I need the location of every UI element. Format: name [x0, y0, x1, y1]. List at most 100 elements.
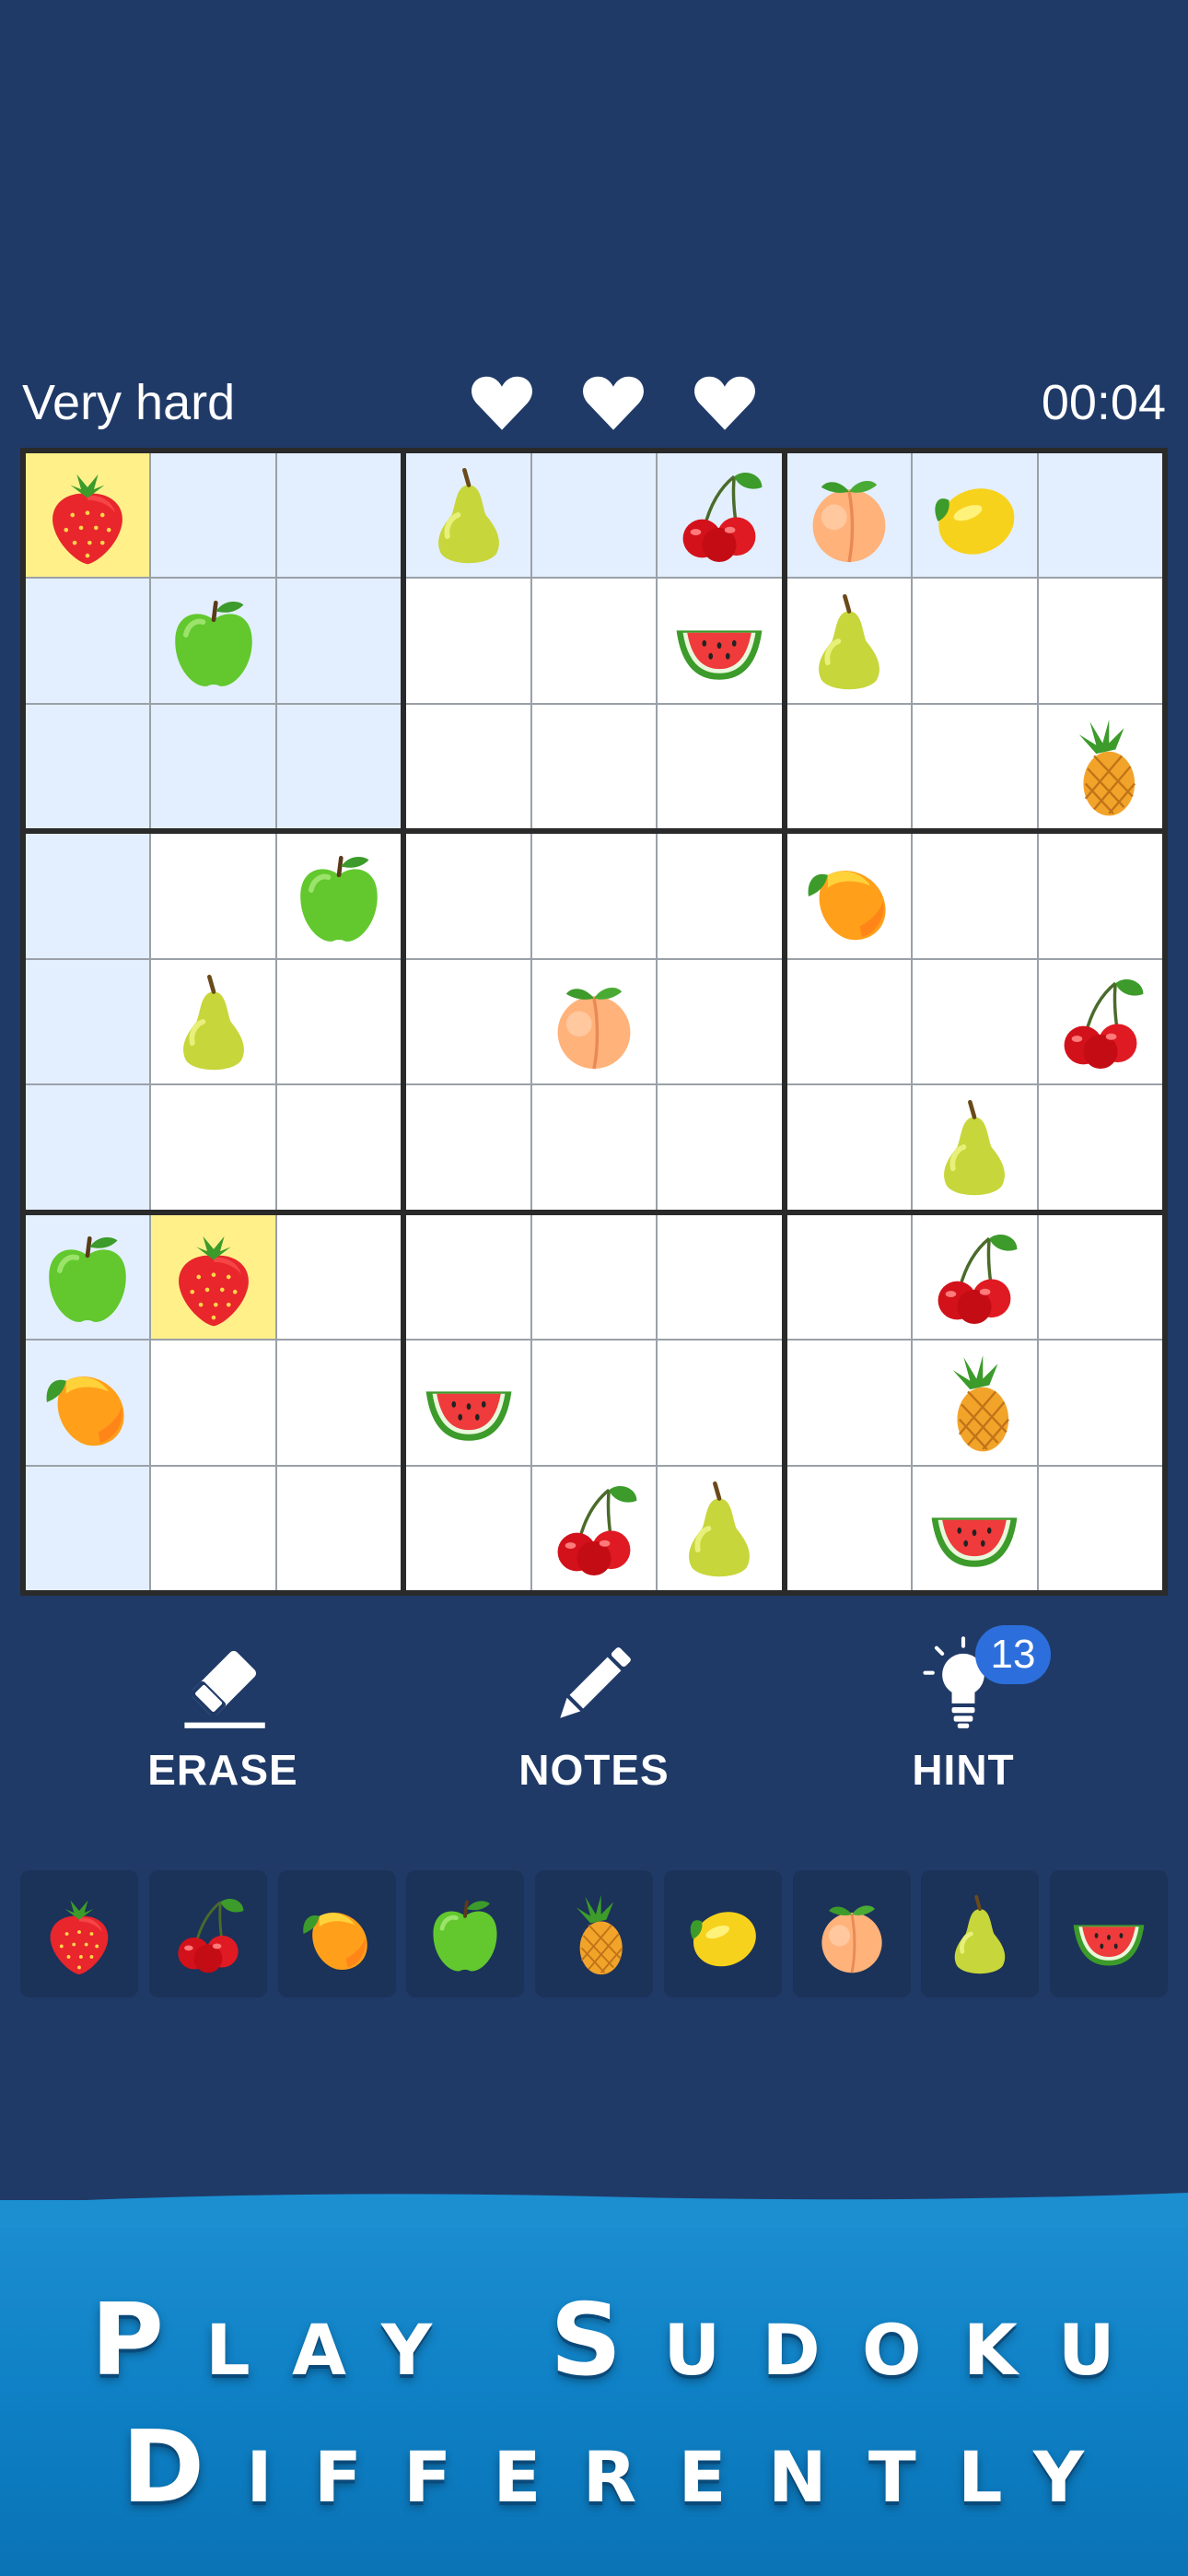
board-cell[interactable]: [26, 704, 150, 829]
board-cell[interactable]: [786, 704, 912, 829]
board-cell[interactable]: [151, 704, 275, 829]
board-cell[interactable]: [276, 1085, 402, 1210]
palette-watermelon-button[interactable]: [1050, 1870, 1168, 1997]
board-cell[interactable]: [26, 1085, 150, 1210]
board-cell[interactable]: [1038, 579, 1162, 703]
palette-pineapple-button[interactable]: [535, 1870, 653, 1997]
board-cell[interactable]: [913, 704, 1037, 829]
board-cell[interactable]: [1038, 704, 1162, 829]
board-cell[interactable]: [1038, 834, 1162, 958]
board-cell[interactable]: [406, 959, 530, 1084]
board-cell[interactable]: [276, 704, 402, 829]
board-cell[interactable]: [1038, 1466, 1162, 1590]
board-cell[interactable]: [151, 834, 275, 958]
palette-cherry-button[interactable]: [148, 1870, 267, 1997]
board-cell[interactable]: [151, 1341, 275, 1465]
board-cell[interactable]: [913, 579, 1037, 703]
palette-strawberry-button[interactable]: [20, 1870, 138, 1997]
board-cell[interactable]: [276, 959, 402, 1084]
board-cell[interactable]: [1038, 1085, 1162, 1210]
palette-pear-button[interactable]: [921, 1870, 1040, 1997]
board-cell[interactable]: [26, 579, 150, 703]
board-cell[interactable]: [276, 1466, 402, 1590]
board-cell[interactable]: [531, 1085, 657, 1210]
board-cell[interactable]: [786, 1214, 912, 1340]
board-cell[interactable]: [276, 453, 402, 578]
board-cell[interactable]: [151, 959, 275, 1084]
board-cell[interactable]: [151, 1214, 275, 1340]
board-cell[interactable]: [531, 579, 657, 703]
board-cell[interactable]: [786, 1466, 912, 1590]
hint-button[interactable]: HINT 13: [853, 1625, 1074, 1815]
board-cell[interactable]: [786, 453, 912, 578]
board-cell[interactable]: [26, 959, 150, 1084]
board-cell[interactable]: [913, 1466, 1037, 1590]
board-cell[interactable]: [913, 834, 1037, 958]
board-cell[interactable]: [531, 834, 657, 958]
board-cell[interactable]: [786, 959, 912, 1084]
board-cell[interactable]: [658, 959, 782, 1084]
board-cell[interactable]: [406, 1341, 530, 1465]
board-cell[interactable]: [786, 579, 912, 703]
board-cell[interactable]: [658, 704, 782, 829]
lives-indicator: [470, 369, 757, 437]
board-cell[interactable]: [406, 1085, 530, 1210]
board-cell[interactable]: [151, 1466, 275, 1590]
board-cell[interactable]: [531, 959, 657, 1084]
board-cell[interactable]: [658, 1341, 782, 1465]
board-cell[interactable]: [406, 453, 530, 578]
board-cell[interactable]: [786, 834, 912, 958]
board-cell[interactable]: [26, 834, 150, 958]
board-cell[interactable]: [1038, 1214, 1162, 1340]
board-cell[interactable]: [151, 453, 275, 578]
board-cell[interactable]: [531, 1466, 657, 1590]
erase-button[interactable]: ERASE: [112, 1631, 333, 1815]
board-cell[interactable]: [26, 1214, 150, 1340]
cherry-icon: [557, 1485, 637, 1575]
board-cell[interactable]: [151, 1085, 275, 1210]
board-cell[interactable]: [531, 704, 657, 829]
board-cell[interactable]: [406, 1466, 530, 1590]
board-cell[interactable]: [913, 1214, 1037, 1340]
board-cell[interactable]: [913, 1085, 1037, 1210]
apple-icon: [49, 1235, 126, 1322]
board-cell[interactable]: [1038, 453, 1162, 578]
board-cell[interactable]: [786, 1341, 912, 1465]
board-cell[interactable]: [276, 579, 402, 703]
board-cell[interactable]: [658, 453, 782, 578]
board-cell[interactable]: [531, 453, 657, 578]
strawberry-icon: [50, 1900, 109, 1975]
board-cell[interactable]: [658, 834, 782, 958]
board-cell[interactable]: [276, 1341, 402, 1465]
board-cell[interactable]: [26, 1466, 150, 1590]
board-cell[interactable]: [406, 834, 530, 958]
board-cell[interactable]: [658, 1214, 782, 1340]
board-cell[interactable]: [531, 1341, 657, 1465]
board-cell[interactable]: [531, 1214, 657, 1340]
board-cell[interactable]: [151, 579, 275, 703]
board-cell[interactable]: [276, 834, 402, 958]
board-cell[interactable]: [26, 1341, 150, 1465]
board-cell[interactable]: [913, 1341, 1037, 1465]
board-cell[interactable]: [1038, 1341, 1162, 1465]
board-cell[interactable]: [406, 1214, 530, 1340]
board-cell[interactable]: [786, 1085, 912, 1210]
palette-peach-button[interactable]: [792, 1870, 911, 1997]
board-cell[interactable]: [658, 1085, 782, 1210]
notes-button[interactable]: NOTES: [483, 1631, 705, 1815]
board-cell[interactable]: [913, 959, 1037, 1084]
pineapple-icon: [576, 1894, 623, 1975]
board-cell[interactable]: [913, 453, 1037, 578]
promo-banner: Play Sudoku Differently: [0, 2193, 1188, 2576]
board-cell[interactable]: [1038, 959, 1162, 1084]
board-cell[interactable]: [406, 579, 530, 703]
palette-mango-button[interactable]: [277, 1870, 396, 1997]
palette-lemon-button[interactable]: [663, 1870, 782, 1997]
board-cell[interactable]: [406, 704, 530, 829]
board-cell[interactable]: [658, 1466, 782, 1590]
board-cell[interactable]: [276, 1214, 402, 1340]
board-cell[interactable]: [26, 453, 150, 578]
palette-apple-button[interactable]: [406, 1870, 525, 1997]
board-cell[interactable]: [658, 579, 782, 703]
heart-icon: [693, 374, 757, 431]
